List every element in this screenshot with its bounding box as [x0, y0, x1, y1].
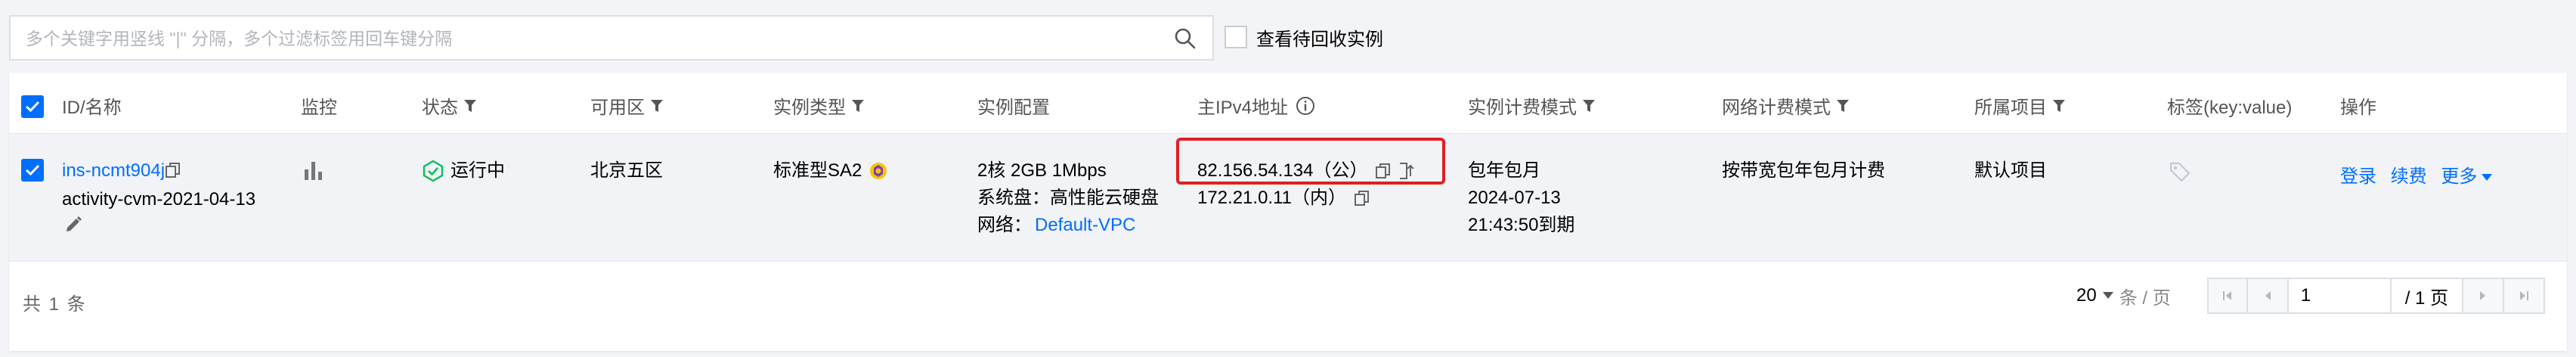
col-id-name: ID/名称: [62, 98, 122, 118]
filter-icon[interactable]: [1583, 99, 1595, 113]
next-page-button[interactable]: [2463, 278, 2505, 314]
col-status[interactable]: 状态: [422, 92, 476, 119]
search-input[interactable]: [11, 17, 1161, 61]
status-text: 运行中: [450, 160, 505, 181]
col-billing[interactable]: 实例计费模式: [1468, 92, 1595, 119]
prev-page-button[interactable]: [2247, 278, 2289, 314]
instance-name: activity-cvm-2021-04-13: [62, 189, 256, 210]
caret-down-icon[interactable]: [2482, 174, 2493, 182]
check-icon: [25, 164, 40, 176]
filter-icon[interactable]: [852, 99, 864, 113]
system-disk: 系统盘：高性能云硬盘: [977, 188, 1159, 208]
zone-cell: 北京五区: [590, 160, 663, 181]
select-all-checkbox[interactable]: [21, 95, 44, 118]
network-billing: 按带宽包年包月计费: [1722, 160, 1885, 181]
copy-icon[interactable]: [1354, 189, 1370, 207]
instance-type-cell: 标准型SA2: [773, 157, 889, 185]
next-page-icon: [2480, 291, 2486, 300]
search-icon[interactable]: [1173, 26, 1197, 51]
amd-badge-icon: [870, 163, 887, 179]
filter-icon[interactable]: [651, 99, 663, 113]
col-monitor: 监控: [301, 98, 337, 118]
filter-icon[interactable]: [2053, 99, 2065, 113]
more-menu[interactable]: 更多: [2441, 166, 2493, 187]
actions-cell: 登录 续费 更多: [2340, 163, 2493, 191]
status-cell: 运行中: [422, 157, 505, 185]
recycle-checkbox[interactable]: [1225, 26, 1247, 48]
ip-highlight-box: [1176, 138, 1445, 185]
network-label: 网络：: [977, 215, 1032, 235]
recycle-label: 查看待回收实例: [1256, 29, 1383, 50]
copy-icon[interactable]: [165, 161, 181, 179]
first-page-button[interactable]: [2206, 278, 2248, 314]
check-icon: [25, 101, 40, 113]
caret-down-icon[interactable]: [2102, 292, 2113, 300]
page-size-value[interactable]: 20: [2076, 285, 2097, 306]
config-spec: 2核 2GB 1Mbps: [977, 160, 1107, 181]
network-cell: 网络： Default-VPC: [977, 212, 1135, 239]
pagination: 20 条 / 页 / 1 页: [2076, 278, 2546, 314]
instance-id-link[interactable]: ins-ncmt904j: [62, 160, 165, 181]
renew-link[interactable]: 续费: [2391, 166, 2427, 187]
login-link[interactable]: 登录: [2340, 166, 2376, 187]
current-page-input[interactable]: [2288, 278, 2392, 314]
billing-mode: 包年包月: [1468, 160, 1540, 181]
last-page-button[interactable]: [2504, 278, 2546, 314]
private-ip-cell: 172.21.0.11（内）: [1197, 185, 1370, 212]
col-actions: 操作: [2340, 98, 2376, 118]
monitor-chart-icon[interactable]: [302, 159, 325, 182]
search-bar[interactable]: [9, 15, 1214, 61]
instance-type-text: 标准型SA2: [773, 160, 862, 181]
instance-id-cell: ins-ncmt904j: [62, 157, 181, 185]
prev-page-icon: [2265, 291, 2271, 300]
col-instance-type[interactable]: 实例类型: [773, 92, 864, 119]
recycle-toggle[interactable]: 查看待回收实例: [1225, 22, 1383, 52]
expire-time: 21:43:50到期: [1468, 215, 1575, 235]
filter-icon[interactable]: [464, 99, 476, 113]
col-project[interactable]: 所属项目: [1974, 92, 2065, 119]
tag-icon[interactable]: [2169, 160, 2191, 183]
total-pages: / 1 页: [2391, 278, 2464, 314]
page-size-unit: 条 / 页: [2119, 287, 2171, 309]
edit-icon[interactable]: [63, 215, 83, 234]
instance-table: ID/名称 监控 状态 可用区 实例类型 实例配置 主IPv4地址 实例计费模式…: [9, 73, 2567, 351]
col-ipv4: 主IPv4地址: [1197, 92, 1315, 119]
first-page-icon: [2222, 291, 2231, 300]
col-config: 实例配置: [977, 98, 1050, 118]
private-ip: 172.21.0.11（内）: [1197, 188, 1347, 208]
more-link[interactable]: 更多: [2441, 166, 2477, 187]
vpc-link[interactable]: Default-VPC: [1035, 215, 1135, 235]
col-network-billing[interactable]: 网络计费模式: [1722, 92, 1849, 119]
col-zone[interactable]: 可用区: [590, 92, 663, 119]
running-status-icon: [423, 160, 444, 182]
total-count: 共 1 条: [23, 294, 87, 315]
info-icon[interactable]: [1296, 96, 1315, 116]
expire-date: 2024-07-13: [1468, 188, 1561, 208]
row-checkbox[interactable]: [21, 159, 44, 182]
last-page-icon: [2520, 291, 2529, 300]
col-tags: 标签(key:value): [2167, 98, 2293, 118]
project: 默认项目: [1974, 160, 2047, 181]
page-size-select[interactable]: 20: [2076, 285, 2113, 306]
filter-icon[interactable]: [1837, 99, 1849, 113]
